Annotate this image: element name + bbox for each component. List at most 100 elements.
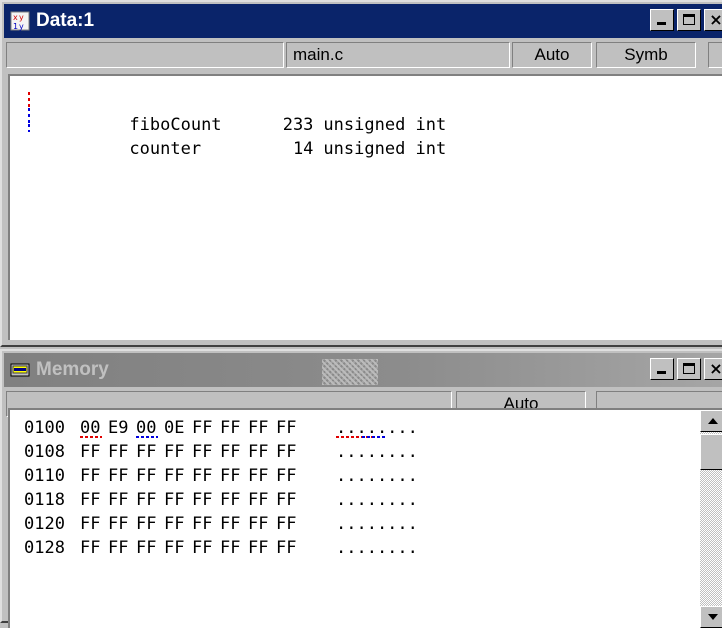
memory-byte[interactable]: FF: [108, 488, 128, 512]
memory-byte[interactable]: FF: [164, 440, 184, 464]
vertical-scrollbar[interactable]: [700, 410, 722, 628]
memory-byte[interactable]: E9: [108, 416, 128, 440]
memory-byte[interactable]: FF: [80, 536, 100, 560]
memory-byte[interactable]: FF: [220, 512, 240, 536]
memory-titlebar[interactable]: Memory ×: [4, 353, 722, 387]
memory-ascii: ........: [336, 466, 418, 486]
maximize-button[interactable]: [677, 9, 701, 31]
memory-ascii: ........: [336, 538, 418, 558]
source-file-field[interactable]: main.c: [286, 42, 510, 68]
memory-byte[interactable]: FF: [220, 416, 240, 440]
minimize-button[interactable]: [650, 9, 674, 31]
memory-byte[interactable]: FF: [164, 536, 184, 560]
memory-row[interactable]: 0118 FF FF FF FF FF FF FF FF........: [24, 488, 418, 512]
memory-row[interactable]: 0128 FF FF FF FF FF FF FF FF........: [24, 536, 418, 560]
memory-row[interactable]: 0108 FF FF FF FF FF FF FF FF........: [24, 440, 418, 464]
minimize-button[interactable]: [650, 358, 674, 380]
memory-byte[interactable]: FF: [192, 416, 212, 440]
svg-text:x: x: [13, 13, 18, 22]
memory-byte[interactable]: FF: [248, 464, 268, 488]
memory-byte[interactable]: FF: [248, 488, 268, 512]
memory-byte[interactable]: FF: [108, 536, 128, 560]
memory-ascii: ........: [336, 418, 418, 438]
memory-window-title: Memory: [36, 359, 109, 380]
memory-window-icon[interactable]: [10, 360, 30, 380]
format-mode-field[interactable]: Symb: [596, 42, 696, 68]
variable-row[interactable]: counter 14 unsigned int: [68, 113, 446, 159]
scope-field[interactable]: [6, 42, 284, 68]
variable-value: 14: [292, 139, 314, 159]
maximize-icon: [683, 14, 695, 25]
memory-byte[interactable]: FF: [276, 512, 296, 536]
memory-byte[interactable]: FF: [248, 440, 268, 464]
memory-byte[interactable]: FF: [80, 464, 100, 488]
memory-byte[interactable]: FF: [220, 488, 240, 512]
memory-byte[interactable]: FF: [248, 416, 268, 440]
memory-address: 0118: [24, 490, 65, 510]
memory-byte[interactable]: 00: [80, 416, 102, 440]
memory-byte[interactable]: FF: [164, 464, 184, 488]
memory-byte[interactable]: FF: [164, 488, 184, 512]
memory-row[interactable]: 0100 00 E9 00 0E FF FF FF FF........: [24, 416, 418, 440]
memory-byte[interactable]: FF: [108, 512, 128, 536]
memory-byte[interactable]: FF: [220, 440, 240, 464]
svg-text:1: 1: [13, 22, 18, 31]
memory-byte[interactable]: FF: [192, 512, 212, 536]
arrow-down-icon: [708, 614, 718, 620]
memory-ascii: ........: [336, 442, 418, 462]
memory-byte[interactable]: FF: [220, 536, 240, 560]
memory-byte[interactable]: FF: [136, 440, 156, 464]
memory-address: 0120: [24, 514, 65, 534]
memory-row[interactable]: 0120 FF FF FF FF FF FF FF FF........: [24, 512, 418, 536]
variable-row[interactable]: fiboCount 233 unsigned int: [68, 89, 446, 135]
memory-byte[interactable]: FF: [80, 488, 100, 512]
memory-byte[interactable]: FF: [276, 536, 296, 560]
memory-byte[interactable]: FF: [192, 464, 212, 488]
memory-byte[interactable]: FF: [136, 488, 156, 512]
memory-byte[interactable]: FF: [276, 464, 296, 488]
memory-ascii: ........: [336, 514, 418, 534]
memory-byte[interactable]: FF: [136, 464, 156, 488]
data-titlebar[interactable]: x y 1 y Data:1 ×: [4, 4, 722, 38]
close-icon: ×: [709, 359, 722, 378]
changed-marker: [28, 92, 30, 108]
memory-address: 0110: [24, 466, 65, 486]
memory-byte[interactable]: FF: [136, 512, 156, 536]
arrow-up-icon: [708, 418, 718, 424]
close-button[interactable]: ×: [704, 358, 722, 380]
variables-pane[interactable]: fiboCount 233 unsigned int counter 14 unsign…: [8, 74, 722, 340]
memory-byte[interactable]: 0E: [164, 416, 184, 440]
memory-byte[interactable]: FF: [80, 440, 100, 464]
memory-byte[interactable]: FF: [192, 488, 212, 512]
memory-byte[interactable]: FF: [192, 440, 212, 464]
memory-byte[interactable]: 00: [136, 416, 158, 440]
maximize-icon: [683, 363, 695, 374]
maximize-button[interactable]: [677, 358, 701, 380]
extra-field[interactable]: [708, 42, 722, 68]
memory-dump-pane[interactable]: 0100 00 E9 00 0E FF FF FF FF........ 0108 FF FF FF FF…: [8, 408, 722, 628]
memory-byte[interactable]: FF: [276, 488, 296, 512]
memory-byte[interactable]: FF: [192, 536, 212, 560]
memory-byte[interactable]: FF: [220, 464, 240, 488]
memory-byte[interactable]: FF: [108, 464, 128, 488]
memory-byte[interactable]: FF: [276, 416, 296, 440]
scroll-down-button[interactable]: [700, 606, 722, 628]
memory-byte[interactable]: FF: [276, 440, 296, 464]
memory-byte[interactable]: FF: [164, 512, 184, 536]
memory-row[interactable]: 0110 FF FF FF FF FF FF FF FF........: [24, 464, 418, 488]
data-window-icon[interactable]: x y 1 y: [10, 11, 30, 31]
memory-byte[interactable]: FF: [108, 440, 128, 464]
update-mode-field[interactable]: Auto: [512, 42, 592, 68]
svg-text:y: y: [19, 22, 24, 31]
memory-byte[interactable]: FF: [80, 512, 100, 536]
memory-address: 0108: [24, 442, 65, 462]
minimize-icon: [657, 371, 666, 374]
scroll-up-button[interactable]: [700, 410, 722, 432]
memory-byte[interactable]: FF: [136, 536, 156, 560]
close-button[interactable]: ×: [704, 9, 722, 31]
memory-byte[interactable]: FF: [248, 512, 268, 536]
variable-name: counter: [129, 139, 202, 159]
scroll-thumb[interactable]: [700, 434, 722, 470]
memory-byte[interactable]: FF: [248, 536, 268, 560]
titlebar-dither: [322, 359, 378, 385]
